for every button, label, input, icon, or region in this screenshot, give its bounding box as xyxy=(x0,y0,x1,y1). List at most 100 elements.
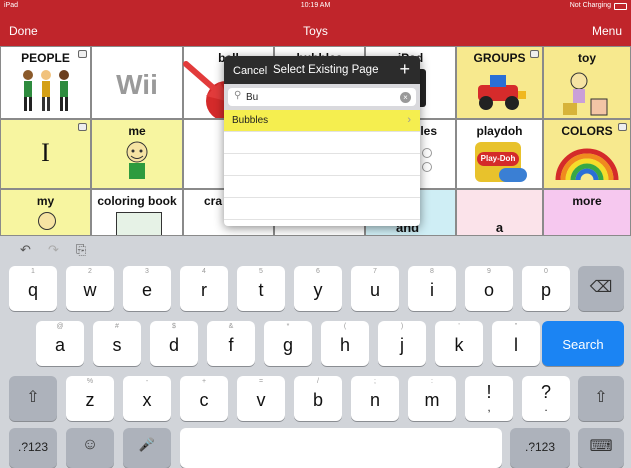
cell-people[interactable]: PEOPLE xyxy=(0,46,91,119)
key-j[interactable]: ) j xyxy=(378,321,426,366)
emoji-key[interactable]: ☺ xyxy=(66,428,114,468)
popover-header: Cancel Select Existing Page + xyxy=(224,56,420,84)
key-u[interactable]: 7u xyxy=(351,266,399,311)
dictation-key[interactable]: 🎤 xyxy=(123,428,171,468)
my-icon xyxy=(38,212,56,230)
result-row-bubbles[interactable]: Bubbles › xyxy=(224,110,420,132)
toy-icon xyxy=(563,72,608,116)
key-m[interactable]: :m xyxy=(408,376,456,421)
cell-me[interactable]: me xyxy=(91,119,183,189)
empty-row xyxy=(224,176,420,198)
keyboard: ↶ ↷ ⎘ 1q 2w 3e 4r 5t 6y 7u 8i 9o 0p ⌫ @ a… xyxy=(0,236,631,468)
chevron-right-icon: › xyxy=(407,114,411,126)
key-w[interactable]: 2w xyxy=(66,266,114,311)
clear-search-button[interactable]: × xyxy=(400,92,411,103)
playdoh-icon: Play-Doh xyxy=(475,142,527,182)
battery-icon xyxy=(614,3,627,10)
cell-playdoh[interactable]: playdoh Play-Doh xyxy=(456,119,543,189)
add-page-button[interactable]: + xyxy=(399,59,410,80)
empty-row xyxy=(224,132,420,154)
search-bar: ⚲ × xyxy=(224,84,420,110)
popover-title: Select Existing Page xyxy=(273,64,379,76)
key-n[interactable]: ; n xyxy=(351,376,399,421)
cell-toy[interactable]: toy xyxy=(543,46,631,119)
key-q[interactable]: 1q xyxy=(9,266,57,311)
key-e[interactable]: 3e xyxy=(123,266,171,311)
key-k[interactable]: ' k xyxy=(435,321,483,366)
key-y[interactable]: 6y xyxy=(294,266,342,311)
keyboard-toolbar: ↶ ↷ ⎘ xyxy=(0,236,631,264)
cell-groups[interactable]: GROUPS xyxy=(456,46,543,119)
key-z[interactable]: % z xyxy=(66,376,114,421)
cell-wii[interactable]: Wii xyxy=(91,46,183,119)
dots-icon xyxy=(422,148,432,158)
page-title: Toys xyxy=(303,24,328,38)
folder-icon xyxy=(618,123,627,131)
folder-icon xyxy=(78,50,87,58)
empty-row xyxy=(224,198,420,220)
cell-i[interactable]: I xyxy=(0,119,91,189)
empty-row xyxy=(224,154,420,176)
cell-colors[interactable]: COLORS xyxy=(543,119,631,189)
key-h[interactable]: (h xyxy=(321,321,369,366)
redo-icon[interactable]: ↷ xyxy=(48,242,59,258)
key-b[interactable]: / b xyxy=(294,376,342,421)
folder-icon xyxy=(530,50,539,58)
charging-status: Not Charging xyxy=(569,2,611,9)
key-x[interactable]: -x xyxy=(123,376,171,421)
playdoh-logo: Play-Doh xyxy=(477,152,519,166)
shift-icon: ⇧ xyxy=(594,389,608,406)
status-bar: iPad 10:19 AM Not Charging xyxy=(0,0,631,13)
key-v[interactable]: = v xyxy=(237,376,285,421)
key-a[interactable]: @ a xyxy=(36,321,84,366)
cell-more[interactable]: more xyxy=(543,189,631,236)
key-f[interactable]: & f xyxy=(207,321,255,366)
hide-keyboard-key[interactable]: ⌨ xyxy=(578,428,624,468)
key-g[interactable]: * g xyxy=(264,321,312,366)
key-i[interactable]: 8i xyxy=(408,266,456,311)
numbers-key-right[interactable]: .?123 xyxy=(510,428,570,468)
folder-icon xyxy=(78,123,87,131)
cell-my[interactable]: my xyxy=(0,189,91,236)
wii-logo: Wii xyxy=(116,69,158,100)
search-key[interactable]: Search xyxy=(542,321,624,366)
delete-key[interactable]: ⌫ xyxy=(578,266,624,311)
key-r[interactable]: 4r xyxy=(180,266,228,311)
key-exclaim-comma[interactable]: !, xyxy=(465,376,513,421)
key-t[interactable]: 5t xyxy=(237,266,285,311)
paste-icon[interactable]: ⎘ xyxy=(76,242,86,258)
cell-label: me xyxy=(128,124,146,138)
shift-key-right[interactable]: ⇧ xyxy=(578,376,624,421)
undo-icon[interactable]: ↶ xyxy=(20,242,31,258)
delete-icon: ⌫ xyxy=(589,279,613,296)
key-p[interactable]: 0p xyxy=(522,266,570,311)
cell-coloring-book[interactable]: coloring book xyxy=(91,189,183,236)
numbers-key-left[interactable]: .?123 xyxy=(9,428,57,468)
cell-label: I xyxy=(41,138,50,167)
key-question-period[interactable]: ?. xyxy=(522,376,570,421)
me-icon xyxy=(126,141,148,179)
shift-icon: ⇧ xyxy=(26,389,40,406)
cell-label: coloring book xyxy=(97,194,177,208)
cell-a[interactable]: a xyxy=(456,189,543,236)
cell-label: playdoh xyxy=(476,124,523,138)
key-s[interactable]: # s xyxy=(93,321,141,366)
key-d[interactable]: $ d xyxy=(150,321,198,366)
coloring-book-icon xyxy=(116,212,162,235)
toy-car-icon xyxy=(477,75,526,110)
space-bar[interactable] xyxy=(180,428,502,468)
cell-label: my xyxy=(36,194,55,208)
cell-label: PEOPLE xyxy=(21,51,70,65)
menu-button[interactable]: Menu xyxy=(592,24,622,38)
shift-key-left[interactable]: ⇧ xyxy=(9,376,57,421)
key-l[interactable]: " l xyxy=(492,321,540,366)
microphone-icon: 🎤 xyxy=(138,437,156,452)
cell-label: a xyxy=(495,220,504,235)
key-o[interactable]: 9o xyxy=(465,266,513,311)
search-input[interactable] xyxy=(228,88,416,106)
cell-label: more xyxy=(572,194,602,208)
cancel-button[interactable]: Cancel xyxy=(233,65,267,77)
key-c[interactable]: + c xyxy=(180,376,228,421)
emoji-icon: ☺ xyxy=(81,436,99,453)
people-icon xyxy=(22,70,69,111)
